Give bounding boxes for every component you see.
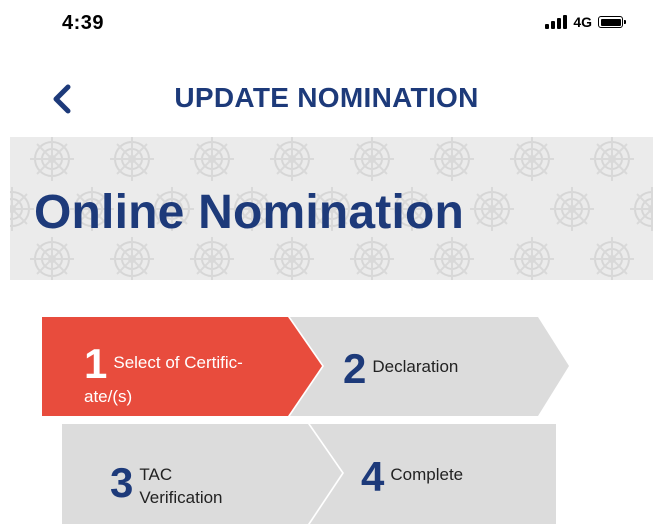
step-3[interactable]: 3 TAC Verification: [110, 456, 223, 510]
step-1-label: Select of Certific-: [113, 353, 243, 372]
step-4-label: Complete: [390, 465, 464, 484]
step-1-number: 1: [84, 340, 108, 387]
step-3-label: TAC Verification: [139, 465, 223, 507]
step-2[interactable]: 2 Declaration: [343, 348, 458, 390]
step-3-number: 3: [110, 458, 134, 506]
step-2-number: 2: [343, 345, 367, 392]
step-shapes: [42, 317, 569, 524]
step-1-label-line2: ate/(s): [84, 387, 133, 406]
step-4-number: 4: [361, 453, 385, 500]
step-4[interactable]: 4 Complete: [361, 456, 463, 498]
step-1[interactable]: 1 Select of Certific- ate/(s): [84, 343, 294, 409]
step-2-label: Declaration: [372, 357, 459, 376]
